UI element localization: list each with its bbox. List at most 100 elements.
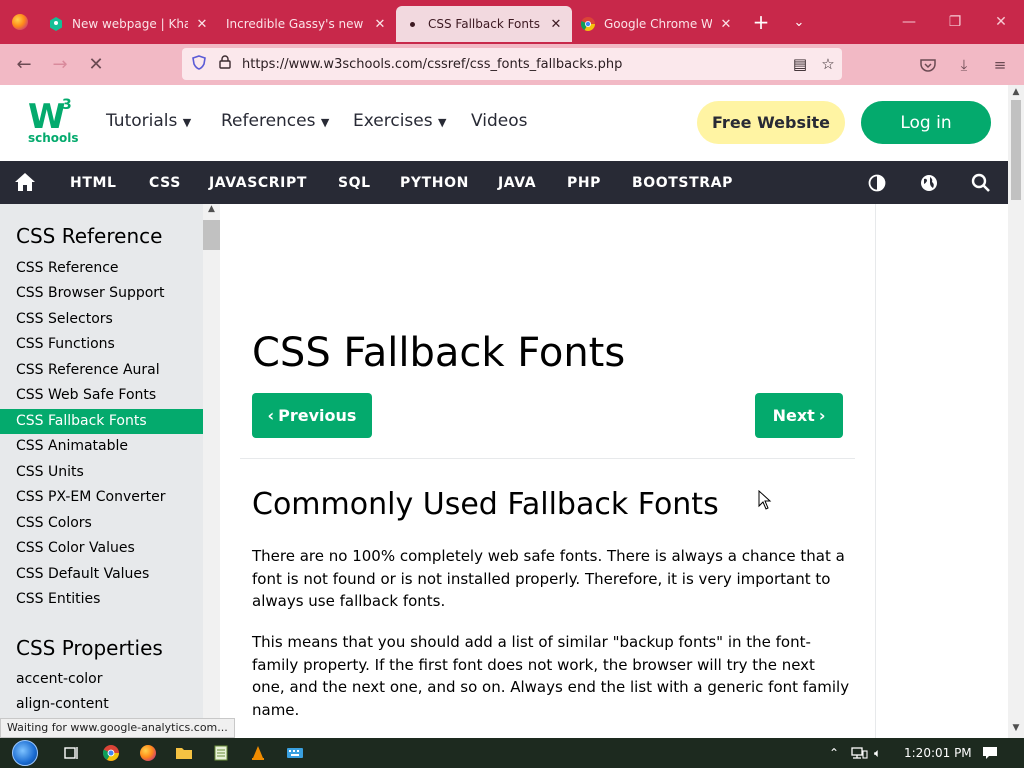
subject-sql[interactable]: SQL bbox=[338, 175, 371, 191]
file-explorer-icon[interactable] bbox=[174, 743, 194, 763]
caret-down-icon: ▼ bbox=[320, 116, 330, 129]
sidebar-heading-properties: CSS Properties bbox=[16, 636, 163, 660]
firefox-taskbar-icon[interactable] bbox=[138, 743, 158, 763]
tray-chevron-up-icon[interactable]: ⌃ bbox=[829, 738, 839, 768]
sidebar-item-colors[interactable]: CSS Colors bbox=[0, 511, 203, 536]
main-content: CSS Fallback Fonts ‹ Previous Next › Com… bbox=[220, 204, 875, 738]
sidebar-item-px-em-converter[interactable]: CSS PX-EM Converter bbox=[0, 485, 203, 510]
url-text[interactable]: https://www.w3schools.com/cssref/css_fon… bbox=[242, 57, 786, 72]
chevron-right-icon: › bbox=[818, 406, 826, 425]
lock-icon[interactable] bbox=[212, 55, 238, 73]
subject-css[interactable]: CSS bbox=[149, 175, 181, 191]
chrome-icon bbox=[580, 16, 596, 32]
close-icon[interactable]: ✕ bbox=[718, 17, 734, 32]
subject-nav-bar: HTML CSS JAVASCRIPT SQL PYTHON JAVA PHP … bbox=[0, 161, 1008, 204]
bookmark-star-icon[interactable]: ☆ bbox=[814, 55, 842, 73]
sidebar-item-animatable[interactable]: CSS Animatable bbox=[0, 434, 203, 459]
w3schools-logo[interactable]: W 3 schools bbox=[26, 97, 79, 147]
shield-icon[interactable] bbox=[186, 54, 212, 74]
right-ad-column bbox=[875, 204, 1008, 738]
minimize-icon[interactable]: — bbox=[886, 0, 932, 44]
close-icon[interactable]: ✕ bbox=[372, 17, 388, 32]
menu-tutorials[interactable]: Tutorials ▼ bbox=[106, 111, 191, 131]
sidebar-item-selectors[interactable]: CSS Selectors bbox=[0, 307, 203, 332]
vlc-icon[interactable] bbox=[248, 743, 268, 763]
sidebar-scroll-up-icon[interactable]: ▲ bbox=[203, 204, 220, 214]
sidebar-item-fallback-fonts[interactable]: CSS Fallback Fonts bbox=[0, 409, 203, 434]
sidebar-scrollbar-thumb[interactable] bbox=[203, 220, 220, 250]
home-icon[interactable] bbox=[14, 171, 36, 193]
windows-orb-icon bbox=[12, 740, 38, 766]
scroll-up-icon[interactable]: ▲ bbox=[1008, 87, 1024, 97]
chevron-left-icon: ‹ bbox=[267, 406, 275, 425]
stop-loading-icon[interactable]: ✕ bbox=[78, 49, 114, 79]
restore-icon[interactable]: ❐ bbox=[932, 0, 978, 44]
subject-javascript[interactable]: JAVASCRIPT bbox=[209, 175, 307, 191]
browser-nav-bar: ← → ✕ https://www.w3schools.com/cssref/c… bbox=[0, 44, 1024, 85]
forward-icon[interactable]: → bbox=[42, 49, 78, 79]
next-button[interactable]: Next › bbox=[755, 393, 843, 438]
sidebar-item-functions[interactable]: CSS Functions bbox=[0, 332, 203, 357]
sidebar-item-accent-color[interactable]: accent-color bbox=[0, 667, 203, 692]
sidebar-item-units[interactable]: CSS Units bbox=[0, 460, 203, 485]
page-title: CSS Fallback Fonts bbox=[252, 330, 626, 376]
sidebar-item-reference-aural[interactable]: CSS Reference Aural bbox=[0, 358, 203, 383]
sidebar-item-css-reference[interactable]: CSS Reference bbox=[0, 256, 203, 281]
tab-khan-academy[interactable]: New webpage | Khan A ✕ bbox=[40, 6, 218, 42]
list-all-tabs-icon[interactable]: ⌄ bbox=[780, 15, 818, 30]
reader-view-icon[interactable]: ▤ bbox=[786, 55, 814, 73]
globe-icon[interactable] bbox=[918, 172, 940, 194]
scrollbar-thumb[interactable] bbox=[1011, 100, 1021, 200]
subject-html[interactable]: HTML bbox=[70, 175, 117, 191]
sidebar-item-default-values[interactable]: CSS Default Values bbox=[0, 562, 203, 587]
sidebar-scrollbar[interactable] bbox=[203, 204, 220, 738]
sidebar-item-web-safe-fonts[interactable]: CSS Web Safe Fonts bbox=[0, 383, 203, 408]
menu-videos[interactable]: Videos bbox=[471, 111, 528, 131]
left-sidebar: CSS Reference CSS Reference CSS Browser … bbox=[0, 204, 220, 738]
new-tab-button[interactable]: + bbox=[742, 10, 780, 34]
chrome-taskbar-icon[interactable] bbox=[101, 743, 121, 763]
page-scrollbar[interactable]: ▲ ▼ bbox=[1008, 85, 1024, 738]
sidebar-item-align-content[interactable]: align-content bbox=[0, 692, 203, 717]
hamburger-menu-icon[interactable]: ≡ bbox=[982, 44, 1018, 85]
action-center-icon[interactable] bbox=[982, 738, 998, 768]
status-text: Waiting for www.google-analytics.com... bbox=[0, 718, 235, 738]
close-icon[interactable]: ✕ bbox=[194, 17, 210, 32]
notepad-icon[interactable] bbox=[211, 743, 231, 763]
login-button[interactable]: Log in bbox=[861, 101, 991, 144]
contrast-toggle-icon[interactable] bbox=[866, 172, 888, 194]
taskbar: ⌃ 🔈︎ 1:20:01 PM bbox=[0, 738, 1024, 768]
scroll-down-icon[interactable]: ▼ bbox=[1008, 723, 1024, 733]
address-bar[interactable]: https://www.w3schools.com/cssref/css_fon… bbox=[182, 48, 842, 80]
menu-exercises[interactable]: Exercises ▼ bbox=[353, 111, 446, 131]
previous-button[interactable]: ‹ Previous bbox=[252, 393, 372, 438]
close-icon[interactable]: ✕ bbox=[548, 17, 564, 32]
tab-css-fallback-fonts[interactable]: CSS Fallback Fonts ✕ bbox=[396, 6, 572, 42]
subject-bootstrap[interactable]: BOOTSTRAP bbox=[632, 175, 733, 191]
network-icon[interactable] bbox=[850, 738, 868, 768]
sidebar-heading-reference: CSS Reference bbox=[16, 224, 163, 248]
subject-java[interactable]: JAVA bbox=[498, 175, 536, 191]
search-icon[interactable] bbox=[970, 172, 992, 194]
clock-time[interactable]: 1:20:01 PM bbox=[904, 738, 972, 768]
free-website-button[interactable]: Free Website bbox=[697, 101, 845, 144]
firefox-menu-icon[interactable] bbox=[0, 0, 40, 44]
sidebar-item-color-values[interactable]: CSS Color Values bbox=[0, 536, 203, 561]
keyboard-icon[interactable] bbox=[285, 743, 305, 763]
tab-chrome-web-store[interactable]: Google Chrome Web B ✕ bbox=[572, 6, 742, 42]
pocket-icon[interactable] bbox=[910, 44, 946, 85]
volume-icon[interactable]: 🔈︎ bbox=[874, 738, 881, 768]
downloads-icon[interactable]: ⤓ bbox=[946, 44, 982, 85]
start-button[interactable] bbox=[4, 738, 46, 768]
tab-gassy[interactable]: Incredible Gassy's new hom ✕ bbox=[218, 6, 396, 42]
site-header: W 3 schools Tutorials ▼ References ▼ Exe… bbox=[0, 85, 1008, 161]
sidebar-item-browser-support[interactable]: CSS Browser Support bbox=[0, 281, 203, 306]
subject-python[interactable]: PYTHON bbox=[400, 175, 469, 191]
window-close-icon[interactable]: ✕ bbox=[978, 0, 1024, 44]
sidebar-item-entities[interactable]: CSS Entities bbox=[0, 587, 203, 612]
back-icon[interactable]: ← bbox=[6, 49, 42, 79]
task-view-icon[interactable] bbox=[62, 743, 82, 763]
caret-down-icon: ▼ bbox=[182, 116, 192, 129]
menu-references[interactable]: References ▼ bbox=[221, 111, 329, 131]
subject-php[interactable]: PHP bbox=[567, 175, 601, 191]
